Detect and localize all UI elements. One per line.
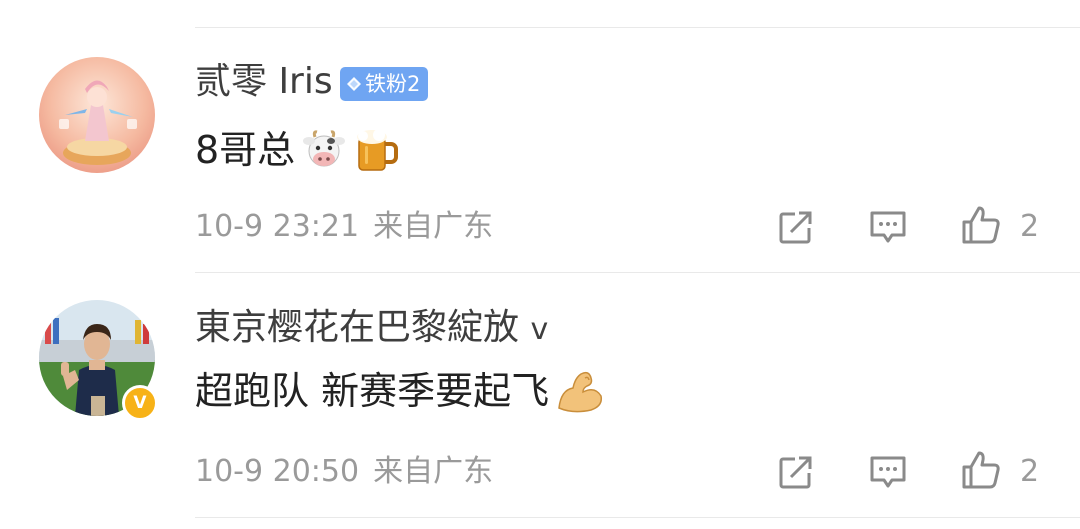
comment-date: 10-9 20:50 [195,454,360,489]
username[interactable]: 東京樱花在巴黎綻放 v [195,310,548,346]
username[interactable]: 贰零 Iris [195,64,333,100]
share-icon [779,456,812,489]
like-button[interactable] [960,204,1002,246]
comment-content: 超跑队 新赛季要起飞 [195,368,605,414]
comment-icon [870,456,906,488]
cow-face-emoji [303,130,346,167]
verified-badge: V [122,385,158,421]
comment-date: 10-9 23:21 [195,209,360,244]
comment-content: 8哥总 [195,126,399,174]
comment-location: 来自广东 [373,454,494,489]
comment-location: 来自广东 [373,209,494,244]
comment-text: 超跑队 新赛季要起飞 [195,369,550,413]
thumbs-up-icon [962,451,1000,489]
bottom-divider [195,517,1080,518]
verified-mark: v [530,312,549,347]
flexed-biceps-emoji [558,371,603,413]
diamond-icon [347,77,361,91]
comment-text: 8哥总 [195,128,296,172]
reply-button[interactable] [867,206,909,248]
share-icon [779,211,812,244]
fan-badge[interactable]: 铁粉2 [340,67,429,101]
like-count: 2 [1020,209,1040,244]
share-button[interactable] [775,206,817,248]
avatar[interactable] [39,57,155,173]
beer-mug-emoji [357,129,399,171]
fan-badge-label: 铁粉2 [365,72,421,96]
comment-item: V 東京樱花在巴黎綻放 v 超跑队 新赛季要起飞 10-9 20:50 来自广东 [0,273,1080,529]
comment-meta: 10-9 20:50 来自广东 [195,457,493,487]
thumbs-up-icon [962,206,1000,244]
comment-icon [870,211,906,243]
share-button[interactable] [775,451,817,493]
comment-meta: 10-9 23:21 来自广东 [195,212,493,242]
like-count: 2 [1020,454,1040,489]
comment-item: 贰零 Iris 铁粉2 8哥总 10-9 23:21 来自广东 2 [0,0,1080,272]
username-text: 東京樱花在巴黎綻放 [195,307,520,348]
reply-button[interactable] [867,451,909,493]
like-button[interactable] [960,449,1002,491]
